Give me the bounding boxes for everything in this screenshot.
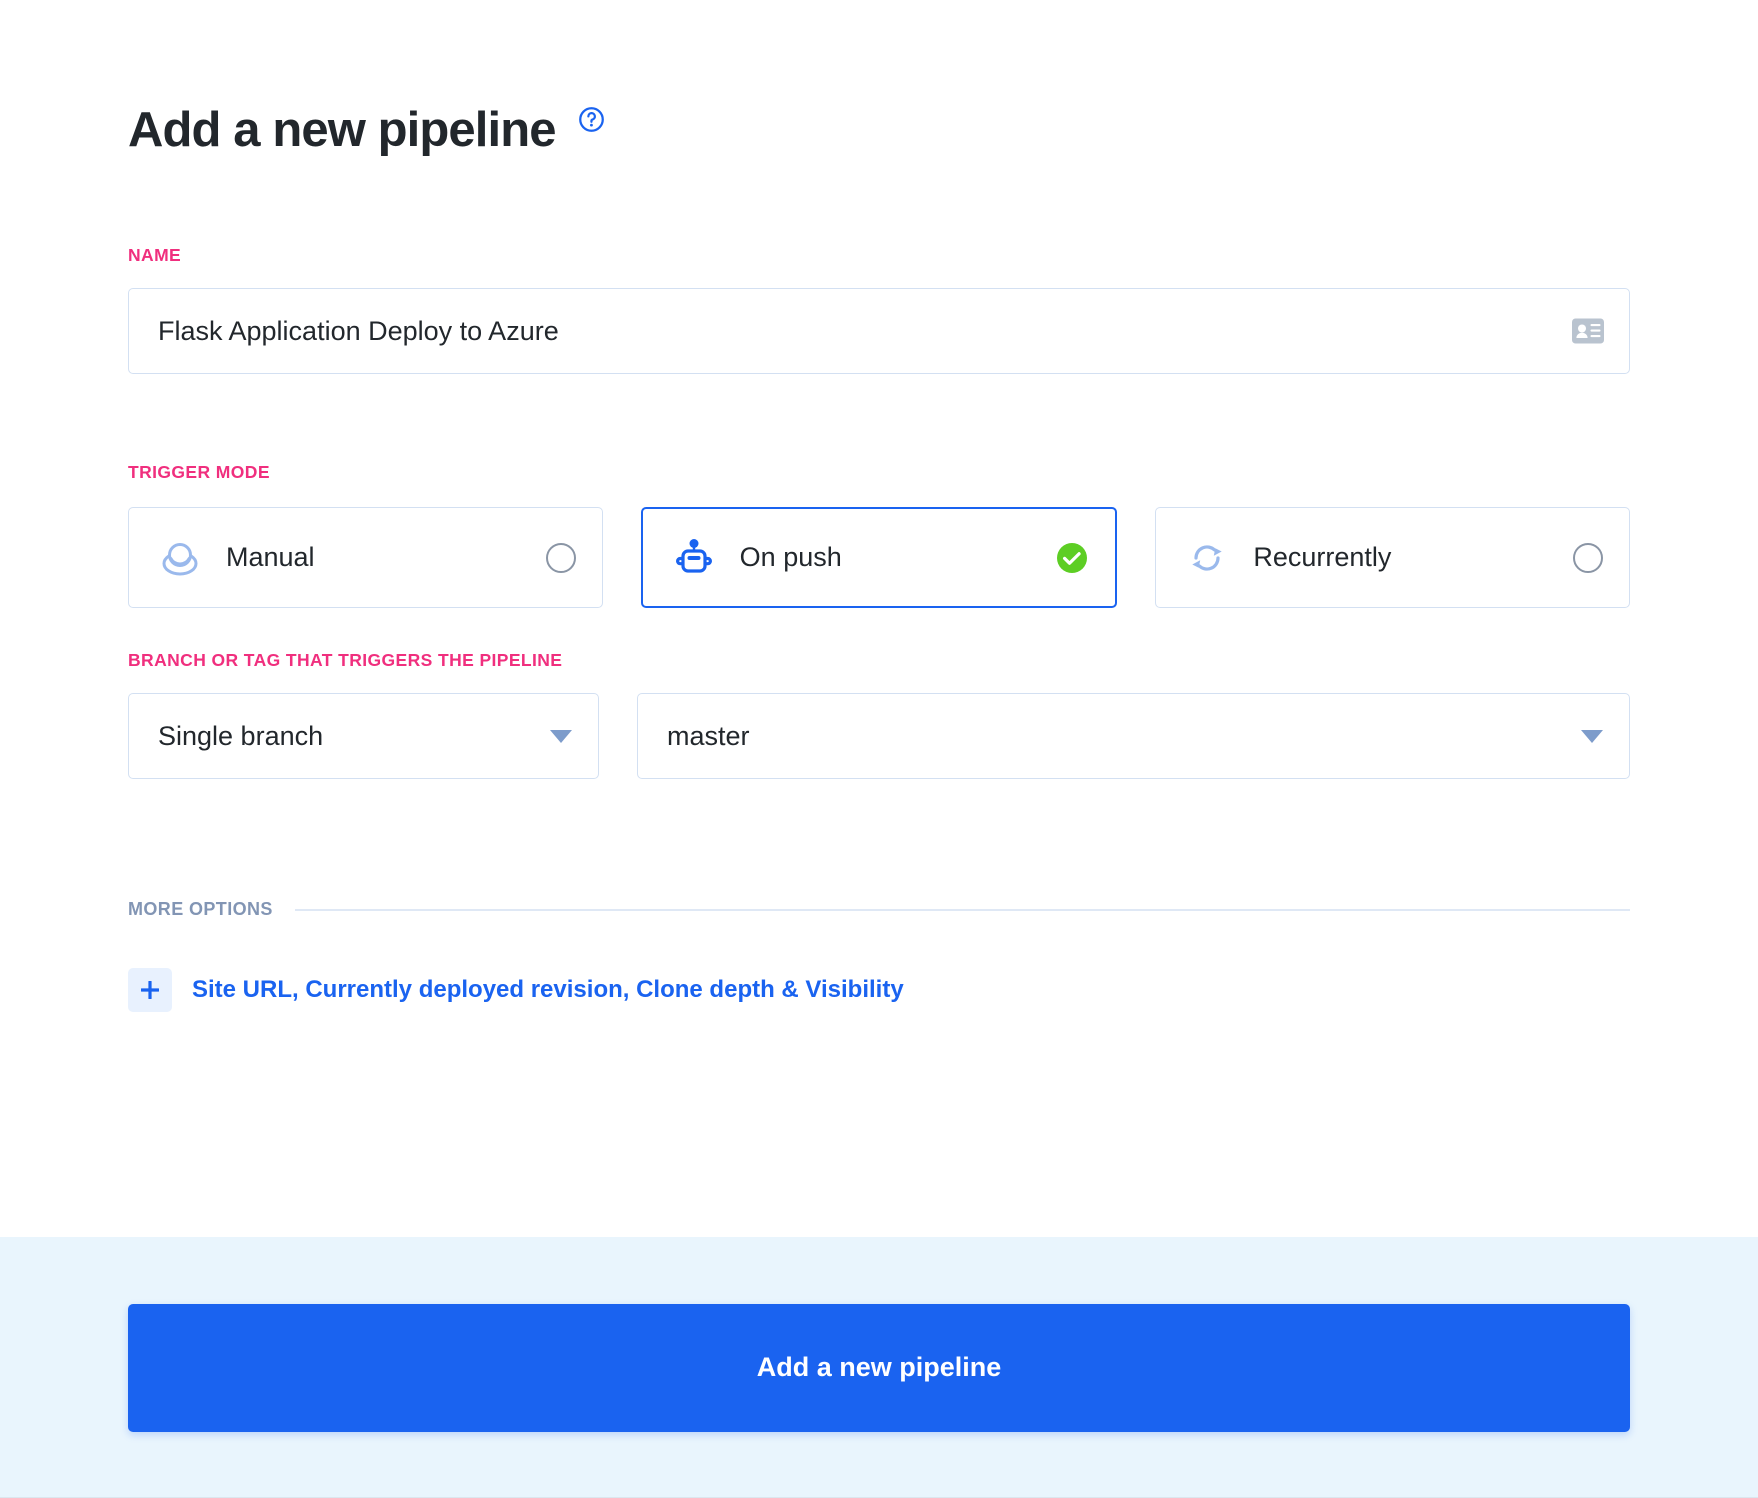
page-title: Add a new pipeline xyxy=(128,103,556,157)
name-field-group: NAME xyxy=(128,245,1630,374)
name-label: NAME xyxy=(128,245,182,265)
page-header: Add a new pipeline xyxy=(128,0,1630,155)
trigger-mode-label: TRIGGER MODE xyxy=(128,462,270,482)
footer-bar: Add a new pipeline xyxy=(0,1237,1758,1498)
more-options-divider: MORE OPTIONS xyxy=(128,899,1630,920)
robot-icon xyxy=(675,538,712,573)
radio-unselected[interactable] xyxy=(545,542,576,573)
pipeline-name-input[interactable] xyxy=(129,289,1629,373)
add-pipeline-page: Add a new pipeline NAME Flask Applicatio… xyxy=(0,0,1758,1498)
add-pipeline-submit-button[interactable]: Add a new pipeline xyxy=(128,1303,1630,1432)
branch-kind-value: Single branch xyxy=(158,720,324,751)
chevron-down-icon[interactable] xyxy=(1581,729,1603,743)
trigger-option-recurrently[interactable]: Recurrently xyxy=(1155,507,1631,608)
trigger-mode-group: TRIGGER MODE Manual On push Recurrently xyxy=(128,462,1631,608)
branch-label: BRANCH OR TAG THAT TRIGGERS THE PIPELINE xyxy=(128,650,563,670)
branch-selects-row: Single branch master xyxy=(128,693,1630,779)
chevron-down-icon[interactable] xyxy=(550,729,572,743)
trigger-mode-options: Manual On push Recurrently xyxy=(128,507,1631,608)
pipeline-form: Add a new pipeline NAME Flask Applicatio… xyxy=(0,0,1758,1012)
trigger-option-manual[interactable]: Manual xyxy=(128,507,603,608)
trigger-option-on-push[interactable]: On push xyxy=(640,507,1118,608)
refresh-cycle-icon xyxy=(1192,544,1223,571)
radio-unselected[interactable] xyxy=(1573,542,1604,573)
pipeline-name-input-wrapper[interactable] xyxy=(128,288,1630,374)
branch-field-group: BRANCH OR TAG THAT TRIGGERS THE PIPELINE… xyxy=(128,650,1630,779)
trigger-option-label: On push xyxy=(739,542,842,572)
trigger-option-label: Manual xyxy=(226,542,315,572)
question-circle-icon[interactable] xyxy=(578,106,605,133)
more-options-link[interactable]: Site URL, Currently deployed revision, C… xyxy=(192,976,904,1004)
more-options-label: MORE OPTIONS xyxy=(128,899,273,919)
branch-name-value: master xyxy=(667,720,750,751)
press-hand-icon xyxy=(162,542,198,575)
divider-line xyxy=(294,908,1630,911)
more-options-expand-row[interactable]: Site URL, Currently deployed revision, C… xyxy=(128,968,904,1012)
branch-name-select[interactable]: master xyxy=(637,693,1630,779)
trigger-option-label: Recurrently xyxy=(1253,542,1392,572)
plus-icon[interactable] xyxy=(128,968,172,1012)
radio-selected-check-icon[interactable] xyxy=(1055,541,1089,575)
id-card-icon[interactable] xyxy=(1571,318,1605,345)
branch-kind-select[interactable]: Single branch xyxy=(128,693,599,779)
